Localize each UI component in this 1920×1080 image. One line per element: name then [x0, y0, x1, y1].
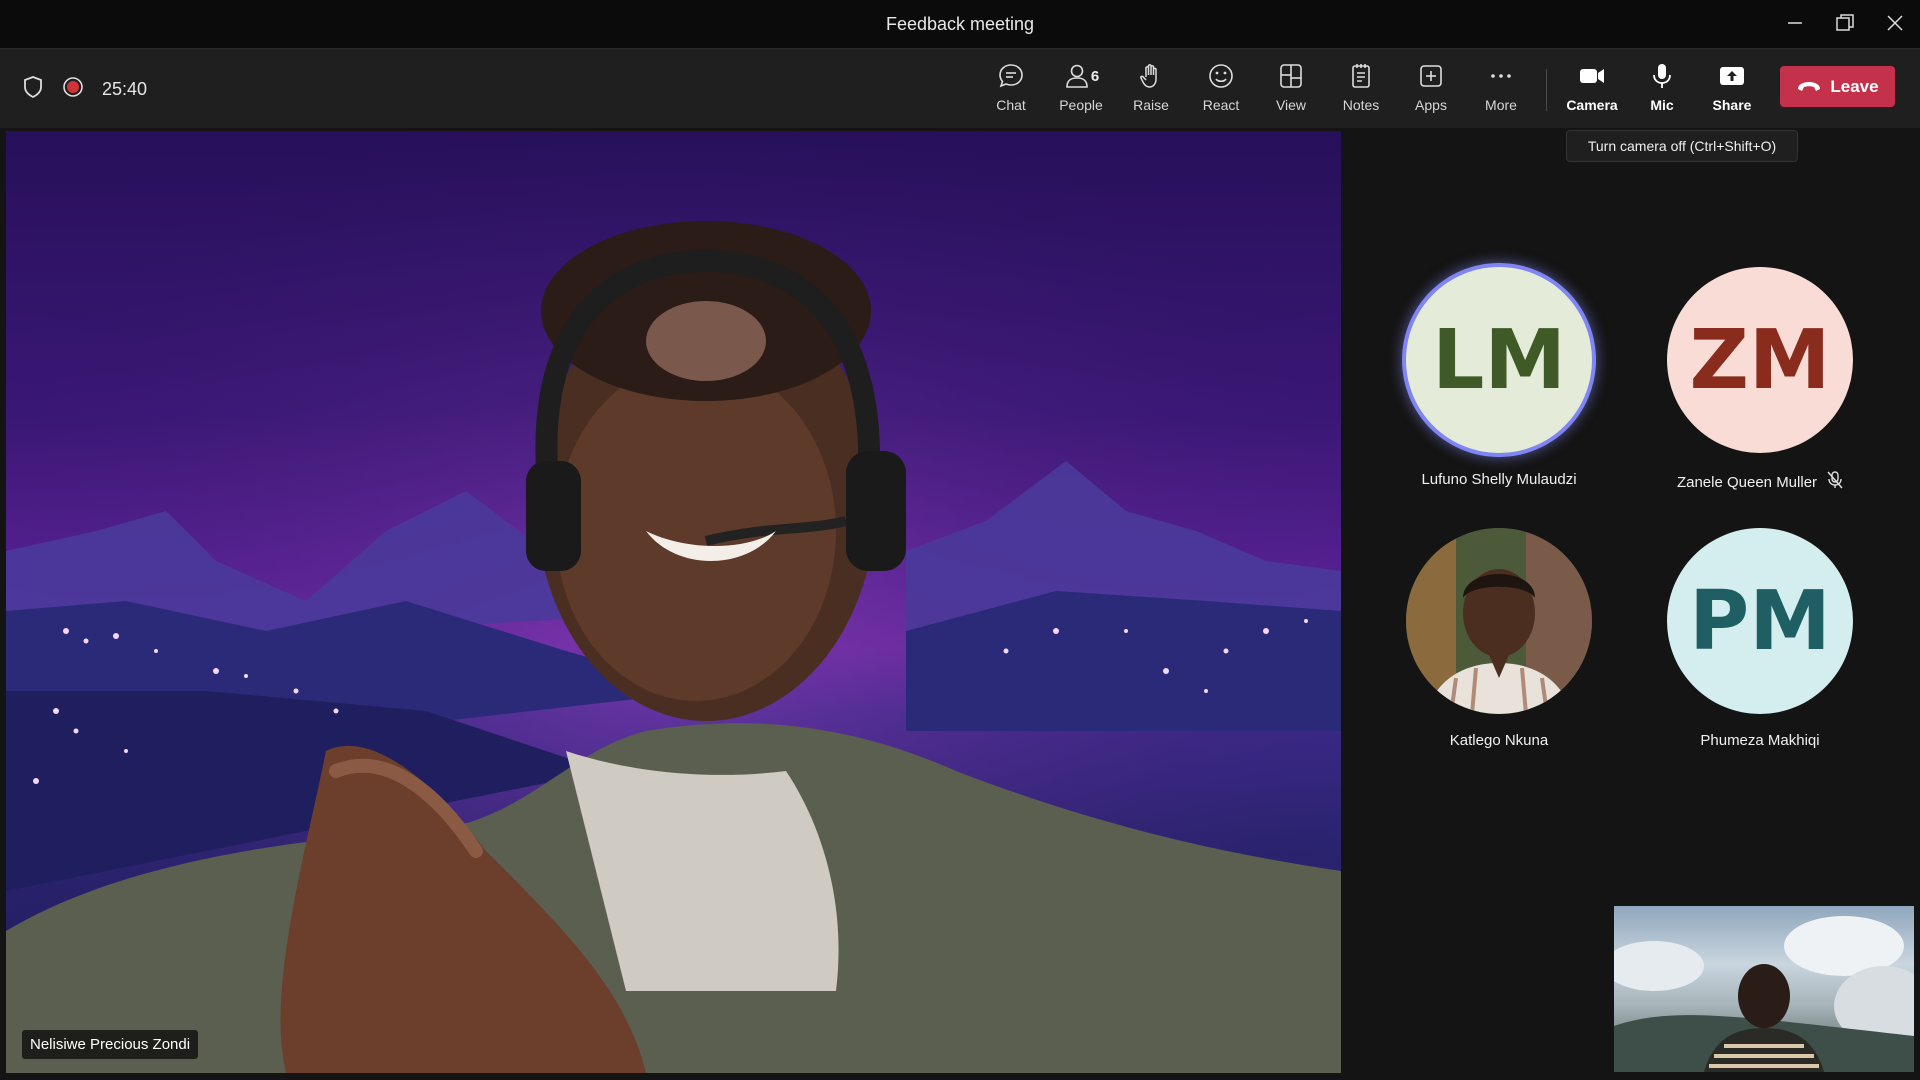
meeting-title: Feedback meeting	[885, 14, 1035, 34]
participant-name: Lufuno Shelly Mulaudzi	[1369, 471, 1629, 488]
participant-tile[interactable]: ZM Zanele Queen Muller	[1630, 267, 1890, 507]
recording-icon	[62, 76, 84, 103]
mic-muted-icon	[1827, 471, 1843, 493]
close-icon[interactable]	[1880, 10, 1910, 36]
participant-name-tag: Nelisiwe Precious Zondi	[22, 1030, 199, 1059]
people-count: 6	[1090, 67, 1100, 85]
self-view-video[interactable]	[1614, 906, 1914, 1072]
toolbar-divider	[1546, 69, 1547, 111]
people-label: People	[1059, 97, 1103, 113]
react-button[interactable]: React	[1189, 61, 1253, 119]
participant-tile[interactable]: Katlego Nkuna	[1369, 528, 1629, 768]
more-button[interactable]: More	[1469, 61, 1533, 119]
notes-button[interactable]: Notes	[1329, 61, 1393, 119]
share-button[interactable]: Share	[1700, 61, 1764, 119]
add-app-icon	[1420, 65, 1442, 87]
meeting-timer: 25:40	[102, 79, 148, 99]
camera-label: Camera	[1566, 97, 1618, 113]
share-label: Share	[1712, 97, 1752, 113]
profile-photo	[1406, 528, 1592, 714]
hang-up-icon	[1798, 81, 1821, 91]
more-label: More	[1485, 97, 1517, 113]
mic-label: Mic	[1650, 97, 1674, 113]
raise-label: Raise	[1133, 97, 1169, 113]
minimize-icon[interactable]	[1780, 10, 1810, 36]
participant-name-text: Lufuno Shelly Mulaudzi	[1421, 471, 1577, 488]
people-icon	[1066, 64, 1088, 88]
avatar: ZM	[1667, 267, 1853, 453]
main-video-feed[interactable]: Nelisiwe Precious Zondi	[6, 131, 1341, 1073]
meeting-toolbar: 25:40 Chat 6 People Raise React View Not…	[0, 48, 1920, 128]
avatar: PM	[1667, 528, 1853, 714]
title-bar: Feedback meeting	[0, 0, 1920, 48]
smiley-icon	[1209, 64, 1233, 88]
participant-name: Katlego Nkuna	[1369, 732, 1629, 749]
shield-icon[interactable]	[22, 75, 44, 104]
react-label: React	[1202, 97, 1240, 113]
participant-name-text: Phumeza Makhiqi	[1700, 732, 1820, 749]
layout-icon	[1280, 64, 1302, 88]
camera-icon	[1580, 69, 1604, 83]
meeting-status: 25:40	[22, 75, 147, 104]
microphone-icon	[1653, 64, 1671, 88]
view-label: View	[1275, 97, 1307, 113]
self-video-frame	[1614, 916, 1914, 1072]
participant-name: Phumeza Makhiqi	[1630, 732, 1890, 749]
apps-label: Apps	[1415, 97, 1447, 113]
leave-label: Leave	[1830, 76, 1879, 96]
raise-hand-button[interactable]: Raise	[1119, 61, 1183, 119]
chat-button[interactable]: Chat	[979, 61, 1043, 119]
view-button[interactable]: View	[1259, 61, 1323, 119]
meeting-stage: Nelisiwe Precious Zondi LM Lufuno Shelly…	[0, 128, 1920, 1080]
notes-label: Notes	[1342, 97, 1380, 113]
mic-button[interactable]: Mic	[1630, 61, 1694, 119]
hand-icon	[1140, 64, 1157, 88]
notes-icon	[1352, 64, 1370, 88]
leave-button[interactable]: Leave	[1780, 66, 1895, 107]
participant-name-text: Katlego Nkuna	[1449, 732, 1549, 749]
avatar: LM	[1406, 267, 1592, 453]
more-icon	[1491, 74, 1511, 78]
people-button[interactable]: 6 People	[1049, 61, 1113, 119]
restore-icon[interactable]	[1830, 10, 1860, 36]
avatar	[1406, 528, 1592, 714]
participant-name: Zanele Queen Muller	[1630, 471, 1890, 493]
participant-name-text: Zanele Queen Muller	[1676, 473, 1818, 491]
chat-label: Chat	[996, 97, 1026, 113]
share-screen-icon	[1720, 67, 1744, 85]
apps-button[interactable]: Apps	[1399, 61, 1463, 119]
chat-icon	[999, 64, 1023, 88]
participant-tile[interactable]: LM Lufuno Shelly Mulaudzi	[1369, 267, 1629, 507]
participant-tile[interactable]: PM Phumeza Makhiqi	[1630, 528, 1890, 768]
camera-tooltip: Turn camera off (Ctrl+Shift+O)	[1566, 130, 1798, 162]
camera-button[interactable]: Camera	[1560, 61, 1624, 119]
video-frame-image	[6, 131, 1341, 1073]
